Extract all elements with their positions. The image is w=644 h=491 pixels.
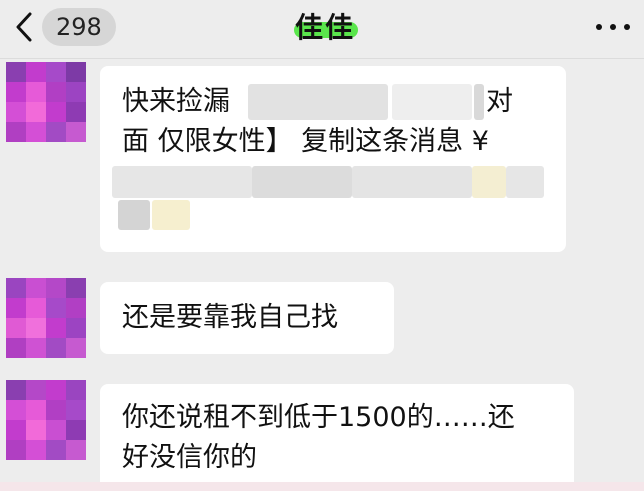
- blurred-text: [248, 84, 388, 120]
- blurred-text: [506, 166, 544, 198]
- blurred-text: [352, 166, 472, 198]
- message-text-line: 面 仅限女性】 复制这条消息 ¥: [122, 126, 489, 157]
- blurred-text: [392, 84, 472, 120]
- avatar[interactable]: [6, 278, 86, 358]
- message-text-line: 你还说租不到低于1500的……还: [122, 402, 515, 433]
- avatar[interactable]: [6, 62, 86, 142]
- header-divider: [0, 58, 644, 59]
- dot-icon: [624, 24, 630, 30]
- unread-count-badge: 298: [42, 8, 116, 46]
- blurred-text: [118, 200, 150, 230]
- chevron-left-icon: [16, 12, 32, 42]
- message-text-line: 还是要靠我自己找: [122, 302, 338, 333]
- avatar[interactable]: [6, 380, 86, 460]
- blurred-text: [472, 166, 506, 198]
- blurred-text: [112, 166, 252, 198]
- message-bubble[interactable]: 快来捡漏 对 面 仅限女性】 复制这条消息 ¥: [100, 66, 566, 252]
- message-text-line: 对: [486, 86, 513, 117]
- back-button[interactable]: 298: [12, 8, 116, 46]
- message-bubble[interactable]: 还是要靠我自己找: [100, 282, 394, 354]
- more-options-button[interactable]: [596, 14, 630, 40]
- message-bubble[interactable]: 你还说租不到低于1500的……还 好没信你的: [100, 384, 574, 484]
- dot-icon: [610, 24, 616, 30]
- chat-title-text: 佳佳: [294, 11, 355, 44]
- bottom-edge: [0, 482, 644, 491]
- chat-title: 佳佳: [280, 6, 370, 46]
- blurred-text: [252, 166, 352, 198]
- chat-header: 298 佳佳: [0, 0, 644, 56]
- message-text-line: 快来捡漏: [122, 86, 230, 117]
- message-text-line: 好没信你的: [122, 442, 257, 473]
- dot-icon: [596, 24, 602, 30]
- blurred-text: [474, 84, 484, 120]
- blurred-text: [152, 200, 190, 230]
